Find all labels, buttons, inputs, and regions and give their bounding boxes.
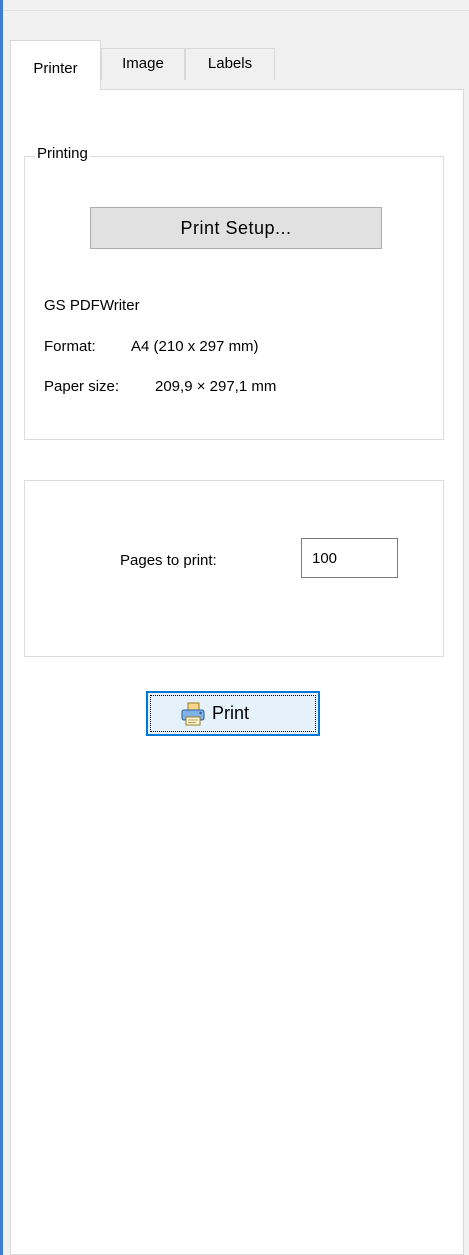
top-strip <box>3 0 469 11</box>
printing-groupbox: Printing Print Setup... GS PDFWriter For… <box>24 145 444 440</box>
paper-size-value: 209,9 × 297,1 mm <box>155 378 277 395</box>
pages-to-print-input[interactable] <box>301 538 398 578</box>
paper-size-label: Paper size: <box>44 378 120 395</box>
print-button[interactable]: Print <box>146 691 320 736</box>
tab-page-printer: Printing Print Setup... GS PDFWriter For… <box>10 89 464 1255</box>
pages-groupbox: Pages to print: <box>24 480 444 657</box>
tab-labels[interactable]: Labels <box>185 48 275 80</box>
print-button-label: Print <box>212 703 250 723</box>
printing-group-title: Printing <box>35 145 90 162</box>
print-setup-button[interactable]: Print Setup... <box>90 207 382 249</box>
tab-printer[interactable]: Printer <box>10 40 101 90</box>
format-label: Format: <box>44 338 96 355</box>
printer-name: GS PDFWriter <box>44 297 140 314</box>
pages-to-print-label: Pages to print: <box>120 552 217 569</box>
format-value: A4 (210 x 297 mm) <box>131 338 259 355</box>
tab-image[interactable]: Image <box>101 48 185 80</box>
printer-icon <box>181 702 205 726</box>
